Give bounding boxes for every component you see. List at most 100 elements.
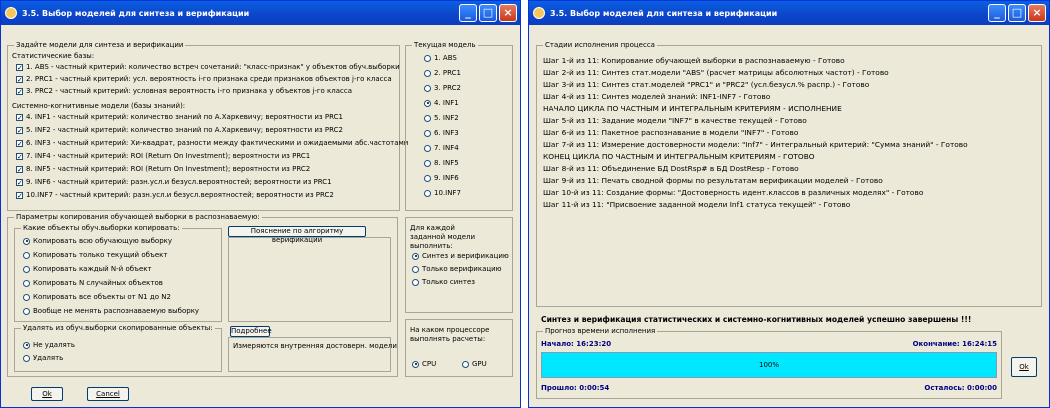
radio-option[interactable]: 1. ABS — [424, 54, 457, 62]
radio-option[interactable]: 3. PRC2 — [424, 84, 461, 92]
radio-option[interactable]: 5. INF2 — [424, 114, 459, 122]
radio-button[interactable] — [462, 360, 469, 368]
models-group-title: Задайте модели для синтеза и верификации — [14, 41, 186, 49]
radio-button[interactable] — [424, 114, 431, 122]
radio-button[interactable] — [424, 144, 431, 152]
done-message: Синтез и верификация статистических и си… — [541, 315, 972, 324]
radio-option[interactable]: Копировать только текущий объект — [23, 251, 167, 259]
checkbox[interactable]: ✓ — [16, 75, 23, 83]
checkbox-row[interactable]: ✓ 3. PRC2 - частный критерий: условная ве… — [16, 87, 352, 95]
checkbox-label: 1. ABS - частный критерий: количество вс… — [26, 63, 400, 71]
end-row: Окончание: 16:24:15 — [913, 340, 997, 348]
checkbox-row[interactable]: ✓ 10.INF7 - частный критерий: разн.усл.и … — [16, 191, 334, 199]
remaining-row: Осталось: 0:00:00 — [924, 384, 997, 392]
radio-option[interactable]: Вообще не менять распознаваемую выборку — [23, 307, 199, 315]
app-icon — [533, 7, 545, 19]
radio-option[interactable]: Только синтез — [412, 278, 475, 286]
radio-button[interactable] — [412, 265, 419, 273]
maximize-icon[interactable]: □ — [1008, 4, 1026, 22]
radio-option[interactable]: Копировать N случайных объектов — [23, 279, 163, 287]
radio-button[interactable] — [424, 69, 431, 77]
checkbox[interactable]: ✓ — [16, 152, 23, 160]
radio-option[interactable]: Только верификацию — [412, 265, 502, 273]
checkbox-label: 2. PRC1 - частный критерий: усл. вероятн… — [26, 75, 392, 83]
radio-button[interactable] — [424, 54, 431, 62]
radio-button[interactable] — [412, 278, 419, 286]
radio-button[interactable] — [424, 159, 431, 167]
radio-option[interactable]: 7. INF4 — [424, 144, 459, 152]
radio-option[interactable]: GPU — [462, 360, 487, 368]
progress-bar: 100% — [541, 352, 997, 378]
checkbox[interactable]: ✓ — [16, 63, 23, 71]
checkbox-label: 7. INF4 - частный критерий: ROI (Return … — [26, 152, 311, 160]
radio-button[interactable] — [23, 251, 30, 259]
stage-line: КОНЕЦ ЦИКЛА ПО ЧАСТНЫМ И ИНТЕГРАЛЬНЫМ КР… — [543, 152, 815, 161]
stat-label: Статистические базы: — [12, 52, 95, 60]
checkbox[interactable]: ✓ — [16, 113, 23, 121]
radio-button[interactable] — [23, 265, 30, 273]
cancel-button[interactable]: Cancel — [87, 387, 129, 401]
radio-option[interactable]: Удалять — [23, 354, 63, 362]
radio-button[interactable] — [23, 237, 30, 245]
checkbox-row[interactable]: ✓ 7. INF4 - частный критерий: ROI (Return… — [16, 152, 310, 160]
delete-group: Удалять из обуч.выборки скопированные об… — [14, 324, 222, 372]
checkbox[interactable]: ✓ — [16, 165, 23, 173]
checkbox-row[interactable]: ✓ 1. ABS - частный критерий: количество в… — [16, 63, 400, 71]
radio-option[interactable]: 8. INF5 — [424, 159, 459, 167]
start-row: Начало: 16:23:20 — [541, 340, 611, 348]
radio-option[interactable]: Копировать каждый N-й объект — [23, 265, 152, 273]
minimize-icon[interactable]: _ — [988, 4, 1006, 22]
stage-line: Шаг 2-й из 11: Синтез стат.модели "ABS" … — [543, 68, 889, 77]
checkbox[interactable]: ✓ — [16, 139, 23, 147]
minimize-icon[interactable]: _ — [459, 4, 477, 22]
ok-button[interactable]: Ok — [1011, 357, 1037, 377]
stage-line: Шаг 7-й из 11: Измерение достоверности м… — [543, 140, 968, 149]
radio-option[interactable]: Синтез и верификацию — [412, 252, 509, 260]
radio-button[interactable] — [424, 189, 431, 197]
maximize-icon[interactable]: □ — [479, 4, 497, 22]
radio-option[interactable]: 6. INF3 — [424, 129, 459, 137]
radio-button[interactable] — [23, 279, 30, 287]
checkbox[interactable]: ✓ — [16, 178, 23, 186]
forecast-title: Прогноз времени исполнения — [543, 327, 658, 335]
radio-option[interactable]: Копировать всю обучающую выборку — [23, 237, 172, 245]
radio-button[interactable] — [412, 252, 419, 260]
radio-button[interactable] — [412, 360, 419, 368]
checkbox[interactable]: ✓ — [16, 126, 23, 134]
checkbox-row[interactable]: ✓ 2. PRC1 - частный критерий: усл. вероят… — [16, 75, 392, 83]
remaining-time: 0:00:00 — [967, 384, 997, 392]
radio-button[interactable] — [23, 293, 30, 301]
ok-button[interactable]: Ok — [31, 387, 63, 401]
radio-option[interactable]: CPU — [412, 360, 436, 368]
checkbox[interactable]: ✓ — [16, 87, 23, 95]
radio-button[interactable] — [23, 354, 30, 362]
details-button[interactable]: Подробнее — [230, 326, 272, 337]
radio-button[interactable] — [424, 84, 431, 92]
explain-button[interactable]: Пояснение по алгоритму верификации — [228, 226, 366, 244]
radio-button[interactable] — [424, 129, 431, 137]
radio-label: CPU — [422, 360, 437, 368]
checkbox-row[interactable]: ✓ 9. INF6 - частный критерий: разн.усл.и … — [16, 178, 332, 186]
radio-label: Копировать всю обучающую выборку — [33, 237, 173, 245]
perform-group: Для каждой заданной модели выполнить: Си… — [405, 217, 513, 313]
checkbox-row[interactable]: ✓ 8. INF5 - частный критерий: ROI (Return… — [16, 165, 310, 173]
radio-label: Копировать каждый N-й объект — [33, 265, 152, 273]
close-icon[interactable]: × — [1028, 4, 1046, 22]
radio-option[interactable]: Копировать все объекты от N1 до N2 — [23, 293, 171, 301]
radio-button[interactable] — [424, 174, 431, 182]
checkbox-row[interactable]: ✓ 6. INF3 - частный критерий: Хи-квадрат,… — [16, 139, 408, 147]
checkbox-row[interactable]: ✓ 4. INF1 - частный критерий: количество … — [16, 113, 343, 121]
checkbox-row[interactable]: ✓ 5. INF2 - частный критерий: количество … — [16, 126, 343, 134]
checkbox[interactable]: ✓ — [16, 191, 23, 199]
radio-button[interactable] — [23, 307, 30, 315]
radio-option[interactable]: 10.INF7 — [424, 189, 461, 197]
close-icon[interactable]: × — [499, 4, 517, 22]
radio-option[interactable]: 4. INF1 — [424, 99, 459, 107]
radio-button[interactable] — [23, 341, 30, 349]
params-group-title: Параметры копирования обучающей выборки … — [14, 213, 262, 221]
radio-button[interactable] — [424, 99, 431, 107]
stage-line: Шаг 8-й из 11: Объединение БД DostRsp# в… — [543, 164, 799, 173]
radio-option[interactable]: 2. PRC1 — [424, 69, 461, 77]
radio-option[interactable]: Не удалять — [23, 341, 75, 349]
radio-option[interactable]: 9. INF6 — [424, 174, 459, 182]
